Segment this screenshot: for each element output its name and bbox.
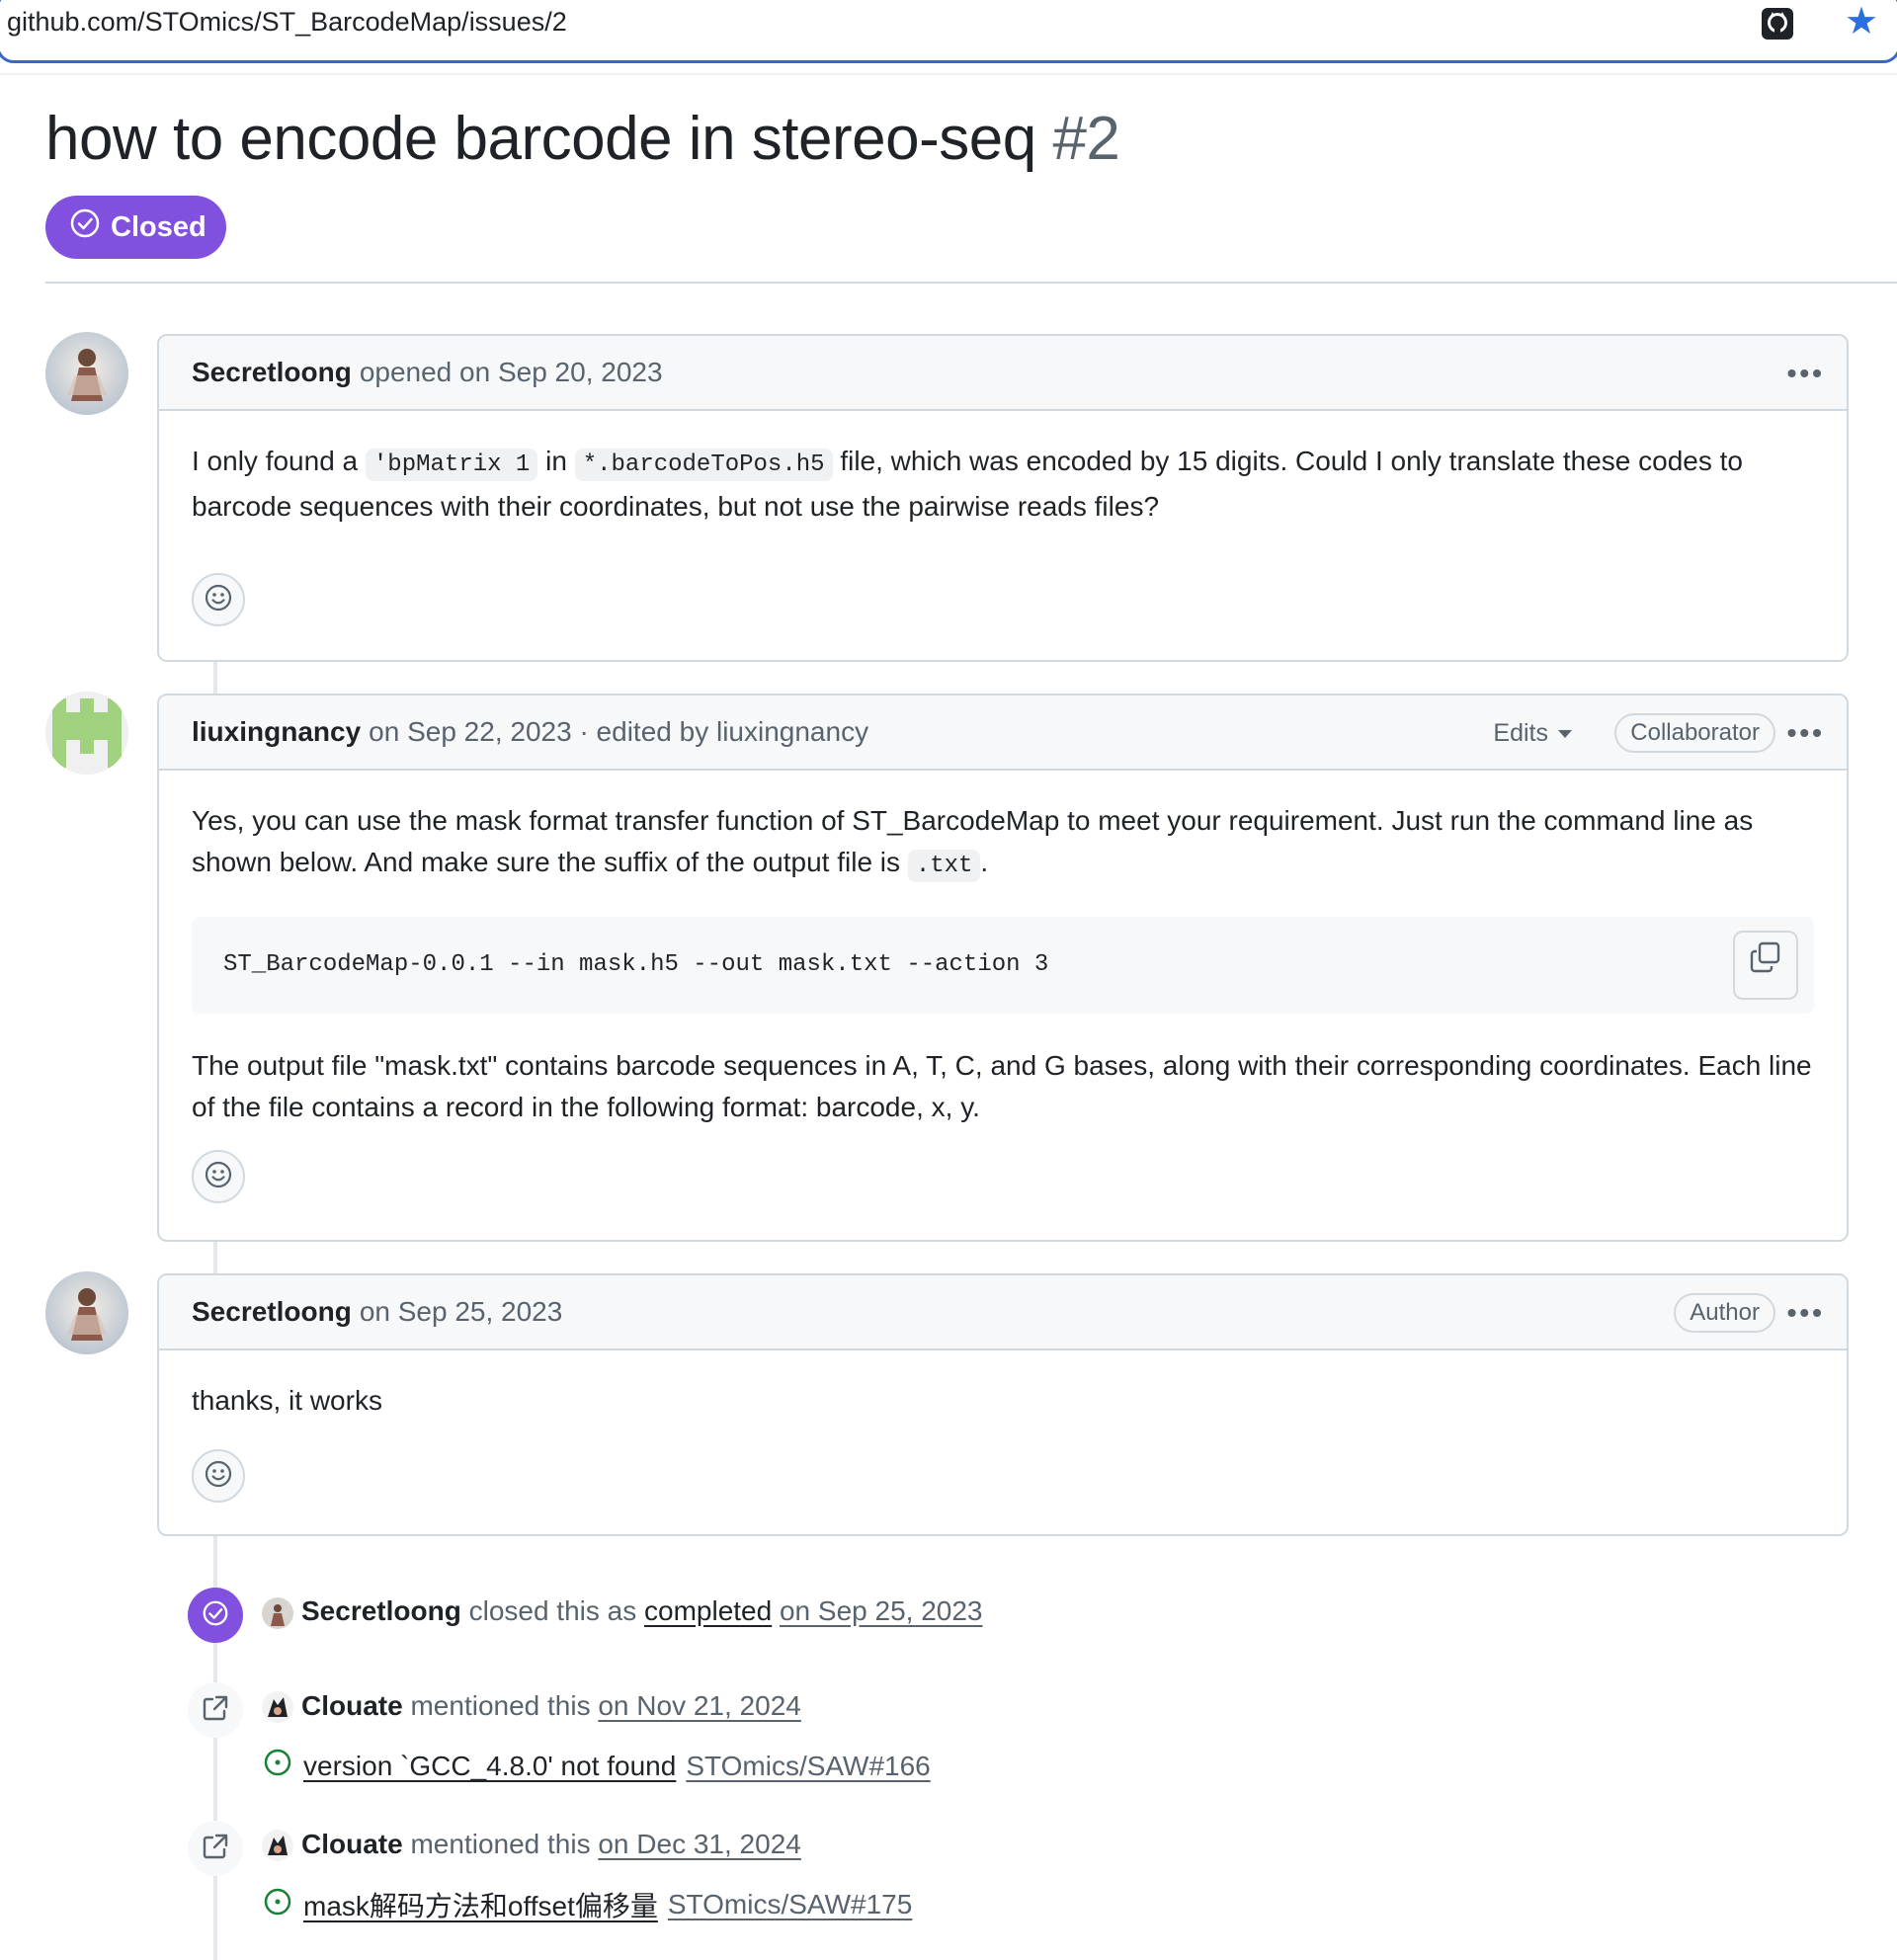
inline-code: .txt <box>907 850 981 882</box>
comment-text: thanks, it works <box>192 1385 382 1416</box>
comment-text: The output file "mask.txt" contains barc… <box>192 1050 1812 1122</box>
comment: Secretloong on Sep 25, 2023 Author ••• t… <box>157 1273 1849 1536</box>
event-text: Clouate mentioned this on Nov 21, 2024 <box>301 1690 801 1721</box>
comment-header: Secretloong on Sep 25, 2023 Author ••• <box>159 1275 1847 1350</box>
mention-event-badge <box>188 1682 243 1738</box>
event-date-link[interactable]: on Nov 21, 2024 <box>598 1690 801 1721</box>
event-date-link[interactable]: on Dec 31, 2024 <box>598 1829 801 1859</box>
copy-button[interactable] <box>1733 931 1798 1000</box>
url-text[interactable]: github.com/STOmics/ST_BarcodeMap/issues/… <box>7 7 567 38</box>
add-reaction-button[interactable] <box>192 1150 245 1203</box>
role-badge: Collaborator <box>1614 713 1775 753</box>
timeline-connector <box>213 660 217 694</box>
address-bar[interactable]: github.com/STOmics/ST_BarcodeMap/issues/… <box>0 0 1897 63</box>
event-actor[interactable]: Secretloong <box>301 1595 461 1626</box>
reference-title-link[interactable]: mask解码方法和offset偏移量 <box>303 1885 658 1924</box>
comment-header: liuxingnancy on Sep 22, 2023 · edited by… <box>159 695 1847 771</box>
cross-reference-icon <box>201 1832 230 1866</box>
copy-icon <box>1749 940 1782 990</box>
github-icon[interactable] <box>1761 7 1794 41</box>
completed-link[interactable]: completed <box>644 1595 772 1626</box>
comment: liuxingnancy on Sep 22, 2023 · edited by… <box>157 694 1849 1242</box>
issue-title-text: how to encode barcode in stereo-seq <box>45 105 1036 173</box>
chevron-down-icon <box>1558 729 1572 738</box>
cross-reference-icon <box>201 1693 230 1728</box>
reference-title-link[interactable]: version `GCC_4.8.0' not found <box>303 1751 676 1782</box>
comment: Secretloong opened on Sep 20, 2023 ••• I… <box>157 334 1849 662</box>
comment-author[interactable]: Secretloong <box>192 357 352 388</box>
more-options-icon[interactable]: ••• <box>1787 1297 1825 1329</box>
reference-repo-link[interactable]: STOmics/SAW#175 <box>668 1889 912 1920</box>
comment-body: Yes, you can use the mask format transfe… <box>159 771 1847 1128</box>
event-actor[interactable]: Clouate <box>301 1690 403 1721</box>
issue-reference[interactable]: version `GCC_4.8.0' not found STOmics/SA… <box>262 1747 931 1785</box>
more-options-icon[interactable]: ••• <box>1787 358 1825 389</box>
star-icon[interactable]: ★ <box>1845 3 1878 41</box>
reference-repo-link[interactable]: STOmics/SAW#166 <box>686 1751 930 1782</box>
inline-code: 'bpMatrix 1 <box>365 449 538 481</box>
check-circle-icon <box>201 1598 230 1633</box>
avatar[interactable] <box>262 1597 293 1629</box>
smiley-icon <box>203 1159 234 1195</box>
issue-reference[interactable]: mask解码方法和offset偏移量 STOmics/SAW#175 <box>262 1885 912 1924</box>
mention-event-badge <box>188 1821 243 1876</box>
event-date-link[interactable]: on Sep 25, 2023 <box>780 1595 983 1626</box>
comment-body: I only found a 'bpMatrix 1 in *.barcodeT… <box>159 411 1847 528</box>
header-divider <box>45 282 1897 284</box>
smiley-icon <box>203 582 234 618</box>
open-issue-icon <box>262 1886 293 1924</box>
smiley-icon <box>203 1458 234 1495</box>
avatar[interactable] <box>45 332 128 415</box>
add-reaction-button[interactable] <box>192 1449 245 1503</box>
event-actor[interactable]: Clouate <box>301 1829 403 1859</box>
event-text: Secretloong closed this as completed on … <box>301 1595 983 1626</box>
code-block: ST_BarcodeMap-0.0.1 --in mask.h5 --out m… <box>192 917 1814 1014</box>
edits-label: Edits <box>1493 719 1548 747</box>
avatar[interactable] <box>45 1271 128 1354</box>
avatar[interactable] <box>262 1830 293 1861</box>
comment-text: I only found a 'bpMatrix 1 in *.barcodeT… <box>192 446 1743 522</box>
edits-dropdown[interactable]: Edits <box>1493 719 1572 748</box>
check-circle-icon <box>69 207 101 247</box>
issue-title: how to encode barcode in stereo-seq #2 <box>45 104 1120 174</box>
closed-event-badge <box>188 1588 243 1643</box>
comment-author[interactable]: liuxingnancy <box>192 716 361 748</box>
status-badge: Closed <box>45 196 226 259</box>
comment-header: Secretloong opened on Sep 20, 2023 ••• <box>159 336 1847 411</box>
more-options-icon[interactable]: ••• <box>1787 717 1825 749</box>
divider <box>0 73 1897 75</box>
add-reaction-button[interactable] <box>192 573 245 626</box>
comment-meta[interactable]: opened on Sep 20, 2023 <box>360 357 663 388</box>
role-badge: Author <box>1674 1293 1775 1333</box>
timeline-connector <box>213 1240 217 1273</box>
event-text: Clouate mentioned this on Dec 31, 2024 <box>301 1829 801 1859</box>
status-label: Closed <box>111 210 206 243</box>
comment-author[interactable]: Secretloong <box>192 1296 352 1328</box>
open-issue-icon <box>262 1747 293 1785</box>
inline-code: *.barcodeToPos.h5 <box>574 449 833 481</box>
comment-meta[interactable]: on Sep 25, 2023 <box>360 1296 563 1328</box>
issue-number: #2 <box>1052 105 1120 173</box>
code-text: ST_BarcodeMap-0.0.1 --in mask.h5 --out m… <box>223 951 1049 978</box>
avatar[interactable] <box>45 692 128 775</box>
comment-body: thanks, it works <box>159 1350 1847 1422</box>
comment-text: Yes, you can use the mask format transfe… <box>192 800 1814 887</box>
comment-meta[interactable]: on Sep 22, 2023 · edited by liuxingnancy <box>369 716 868 748</box>
avatar[interactable] <box>262 1691 293 1723</box>
